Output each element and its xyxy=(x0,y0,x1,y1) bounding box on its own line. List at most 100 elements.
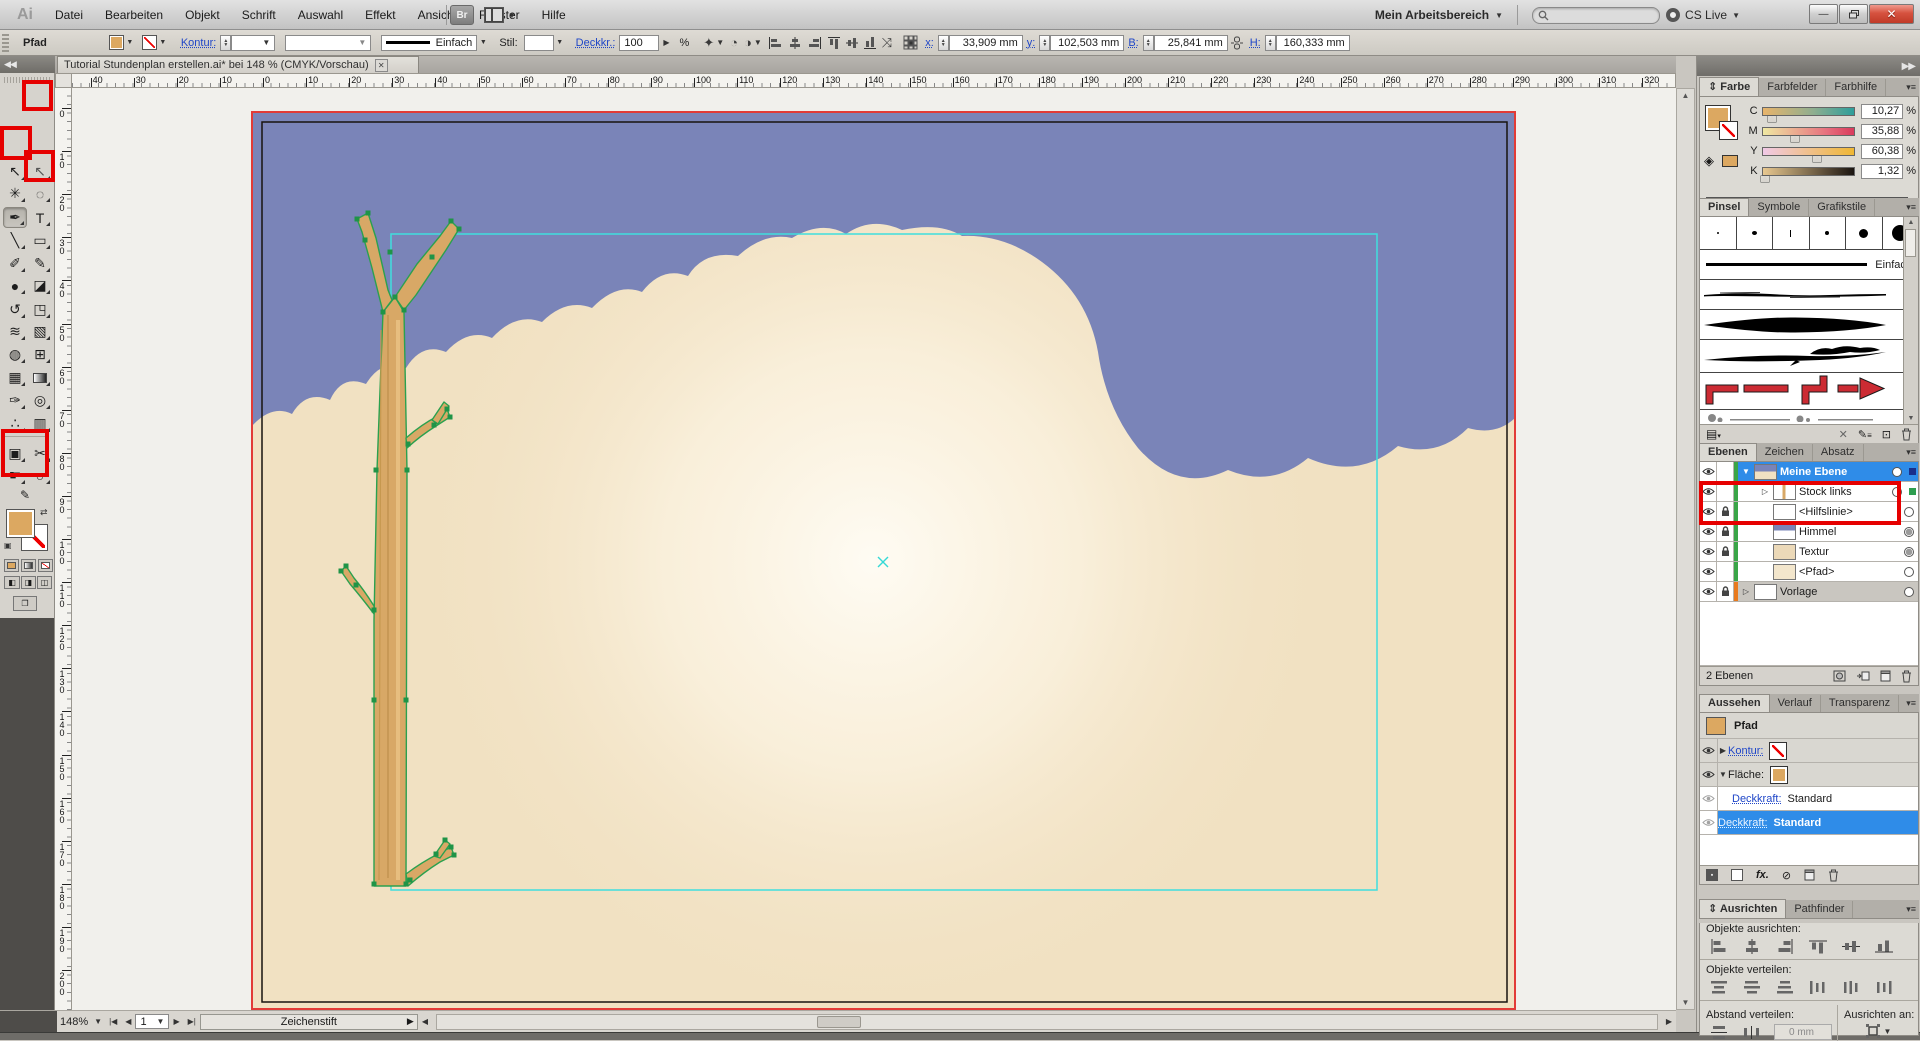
channel-slider[interactable] xyxy=(1762,107,1855,116)
vertical-ruler[interactable]: 0102030405060708090100110120130140150160… xyxy=(55,88,72,1010)
layer-row-textur[interactable]: Textur xyxy=(1700,542,1918,562)
target-circle-icon[interactable] xyxy=(1892,487,1902,497)
distribute-left-button[interactable] xyxy=(1807,978,1829,996)
anchor-point[interactable] xyxy=(432,423,437,428)
target-circle-icon[interactable] xyxy=(1904,567,1914,577)
target-circle-icon[interactable] xyxy=(1904,507,1914,517)
align-vertical-center-button[interactable] xyxy=(1840,937,1862,955)
height-field[interactable]: 160,333 mm xyxy=(1276,35,1350,51)
align-middle-icon[interactable] xyxy=(846,36,858,50)
minimize-button[interactable]: — xyxy=(1809,4,1838,24)
lasso-tool[interactable]: ◌ xyxy=(28,183,52,204)
brush-libraries-icon[interactable]: ▤▾ xyxy=(1706,427,1721,441)
draw-inside-button[interactable]: ◫ xyxy=(37,576,52,589)
lock-icon[interactable] xyxy=(1717,542,1734,561)
menu-hilfe[interactable]: Hilfe xyxy=(531,0,577,30)
brushes-scrollbar[interactable]: ▲ ▼ xyxy=(1903,217,1918,424)
visibility-eye-icon[interactable] xyxy=(1700,462,1717,481)
distribute-right-button[interactable] xyxy=(1873,978,1895,996)
distribute-horizontal-center-button[interactable] xyxy=(1840,978,1862,996)
charcoal-brush-row[interactable] xyxy=(1700,280,1918,310)
color-mode-button[interactable] xyxy=(4,559,19,572)
mesh-tool[interactable]: ▦ xyxy=(3,367,27,388)
align-center-icon[interactable] xyxy=(788,37,802,49)
anchor-point[interactable] xyxy=(402,308,407,313)
appearance-item-header[interactable]: Pfad xyxy=(1700,713,1918,739)
anchor-point[interactable] xyxy=(388,250,393,255)
slider-marker-icon[interactable] xyxy=(1813,156,1821,162)
expand-icon[interactable]: ▷ xyxy=(1760,487,1770,496)
control-bar-grip[interactable] xyxy=(2,34,9,52)
add-effect-icon[interactable]: fx. xyxy=(1756,869,1769,881)
bridge-button[interactable]: Br xyxy=(450,5,474,25)
channel-value-field[interactable]: 1,32 xyxy=(1861,164,1904,179)
anchor-point[interactable] xyxy=(405,468,410,473)
tab-symbole[interactable]: Symbole xyxy=(1749,199,1809,216)
anchor-point[interactable] xyxy=(363,238,368,243)
align-left-icon[interactable] xyxy=(768,37,782,49)
layer-row-hilfslinie[interactable]: <Hilfslinie> xyxy=(1700,502,1918,522)
collapse-panels-button[interactable]: ▶▶ xyxy=(1697,56,1920,76)
reference-point-icon[interactable] xyxy=(903,35,918,50)
current-tool-status[interactable]: Zeichenstift ▶ xyxy=(200,1014,418,1030)
align-top-button[interactable] xyxy=(1807,937,1829,955)
distribute-top-button[interactable] xyxy=(1708,978,1730,996)
none-mode-button[interactable] xyxy=(38,559,53,572)
tapered-brush-row[interactable] xyxy=(1700,310,1918,340)
magic-wand-tool[interactable]: ✳ xyxy=(3,183,27,204)
anchor-point[interactable] xyxy=(355,217,360,222)
zoom-tool[interactable]: ○ xyxy=(28,465,52,486)
constrain-proportions-icon[interactable] xyxy=(1231,36,1243,50)
stroke-weight-stepper[interactable]: ▲▼ xyxy=(220,35,231,51)
column-graph-tool[interactable]: ▥ xyxy=(28,413,52,434)
document-tab[interactable]: Tutorial Stundenplan erstellen.ai* bei 1… xyxy=(57,56,419,73)
scroll-left-icon[interactable]: ◀ xyxy=(422,1017,428,1026)
fill-color-well[interactable]: ▼ xyxy=(109,35,136,50)
fill-stroke-indicator[interactable] xyxy=(1705,105,1731,131)
layer-name[interactable]: <Hilfslinie> xyxy=(1799,506,1853,518)
anchor-point[interactable] xyxy=(372,882,377,887)
artboard-number-dropdown[interactable]: 1▼ xyxy=(135,1014,169,1029)
slider-marker-icon[interactable] xyxy=(1761,176,1769,182)
recolor-artwork-icon[interactable]: ◑▼ xyxy=(744,35,762,50)
fill-swatch[interactable] xyxy=(109,35,124,50)
object-opacity-row[interactable]: Deckkraft: Standard xyxy=(1700,811,1918,835)
tab-farbhilfe[interactable]: Farbhilfe xyxy=(1826,79,1886,96)
lock-toggle[interactable] xyxy=(1717,562,1734,581)
opacity-link[interactable]: Deckkraft: xyxy=(1732,793,1782,805)
anchor-point[interactable] xyxy=(457,227,462,232)
distribute-vertical-space-button[interactable] xyxy=(1708,1023,1730,1041)
anchor-point[interactable] xyxy=(372,698,377,703)
tab-farbe[interactable]: ⇕ Farbe xyxy=(1699,77,1759,96)
anchor-point[interactable] xyxy=(443,838,448,843)
x-link[interactable]: x: xyxy=(925,37,934,49)
y-stepper[interactable]: ▲▼ xyxy=(1039,35,1050,51)
graphic-style-dropdown[interactable] xyxy=(524,35,554,51)
delete-layer-icon[interactable] xyxy=(1901,670,1912,683)
height-stepper[interactable]: ▲▼ xyxy=(1265,35,1276,51)
target-circle-icon[interactable] xyxy=(1904,547,1914,557)
expand-icon[interactable]: ▶ xyxy=(1718,746,1728,755)
blob-brush-tool[interactable]: ● xyxy=(3,275,27,296)
decorative-border-brush-row[interactable] xyxy=(1700,410,1918,422)
stroke-none-chip[interactable] xyxy=(1769,742,1787,760)
direct-selection-tool[interactable]: ↖ xyxy=(28,161,52,182)
align-to-dropdown[interactable]: ▼ xyxy=(1838,1023,1918,1039)
lock-icon[interactable] xyxy=(1717,502,1734,521)
workspace-switcher[interactable]: Mein Arbeitsbereich xyxy=(1375,8,1489,22)
fill-chip[interactable] xyxy=(1770,766,1788,784)
menu-auswahl[interactable]: Auswahl xyxy=(287,0,354,30)
stroke-link[interactable]: Kontur: xyxy=(1728,745,1763,757)
tools-panel-grip[interactable] xyxy=(4,77,50,83)
delete-brush-icon[interactable] xyxy=(1901,428,1912,441)
anchor-point[interactable] xyxy=(381,310,386,315)
tab-pinsel[interactable]: Pinsel xyxy=(1699,198,1749,216)
stroke-none-swatch[interactable] xyxy=(142,35,157,50)
layer-row-vorlage[interactable]: ▷Vorlage xyxy=(1700,582,1918,602)
scroll-down-icon[interactable]: ▼ xyxy=(1908,415,1915,422)
visibility-eye-icon[interactable] xyxy=(1700,482,1717,501)
panel-menu-icon[interactable]: ▾≡ xyxy=(1906,447,1916,458)
delete-item-icon[interactable] xyxy=(1828,869,1839,882)
scroll-right-icon[interactable]: ▶ xyxy=(1666,1017,1672,1026)
layer-main[interactable]: Himmel xyxy=(1738,522,1918,541)
